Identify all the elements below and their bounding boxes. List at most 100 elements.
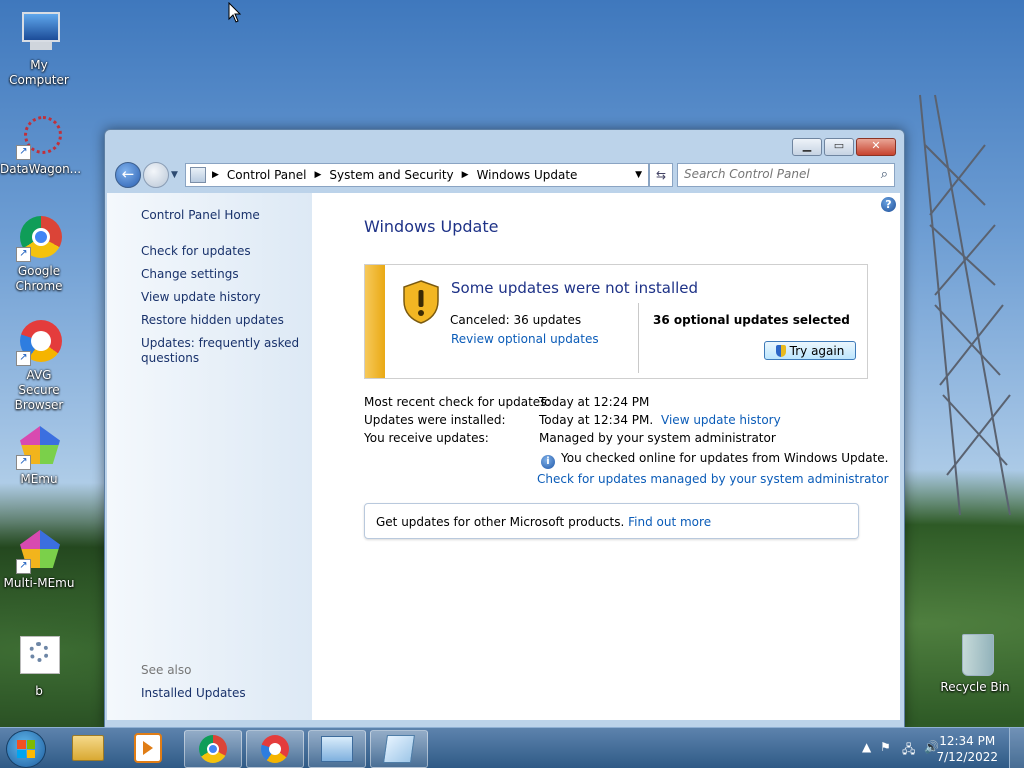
search-icon[interactable]: ⌕ (881, 167, 888, 182)
checked-online-text: You checked online for updates from Wind… (561, 451, 889, 465)
other-products-panel: Get updates for other Microsoft products… (364, 503, 859, 539)
system-tray: ▲ ⚑ 🖧 🔊 12:34 PM 7/12/2022 (834, 728, 1024, 768)
show-desktop-button[interactable] (1009, 728, 1024, 768)
desktop-icon-label: AVG Secure Browser (14, 368, 64, 412)
desktop-icon-label: Recycle Bin (940, 680, 1010, 694)
clock-time: 12:34 PM (939, 734, 996, 748)
taskbar-explorer[interactable] (60, 730, 116, 766)
uac-shield-icon (775, 344, 786, 357)
search-input[interactable] (678, 164, 876, 184)
start-button[interactable] (6, 730, 46, 768)
refresh-button[interactable]: ⇆ (649, 163, 673, 187)
multi-memu-icon: ↗ (16, 528, 62, 574)
memu-icon: ↗ (16, 424, 62, 470)
try-again-button[interactable]: Try again (764, 341, 856, 360)
search-box[interactable]: ⌕ (677, 163, 895, 187)
breadcrumb-system-and-security[interactable]: System and Security (329, 168, 453, 182)
desktop-icon-label: My Computer (9, 58, 69, 87)
canceled-count: Canceled: 36 updates (450, 313, 582, 327)
taskbar-chrome[interactable] (184, 730, 242, 768)
info-icon: i (541, 455, 555, 469)
media-player-icon (134, 733, 162, 763)
find-out-more-link[interactable]: Find out more (628, 515, 711, 529)
address-dropdown-icon[interactable]: ▼ (635, 170, 642, 180)
breadcrumb-windows-update[interactable]: Windows Update (477, 168, 578, 182)
help-icon[interactable]: ? (881, 197, 896, 212)
control-panel-home-link[interactable]: Control Panel Home (141, 208, 260, 222)
taskbar-media-player[interactable] (120, 730, 176, 766)
taskbar: ▲ ⚑ 🖧 🔊 12:34 PM 7/12/2022 (0, 727, 1024, 768)
folder-icon (72, 735, 104, 761)
desktop-icon-label: Google Chrome (15, 264, 63, 293)
windows-logo-icon (17, 740, 35, 758)
maximize-button[interactable]: ▭ (824, 138, 854, 156)
faq-link[interactable]: Updates: frequently asked (141, 336, 299, 350)
address-bar[interactable]: ▶ Control Panel ▶ System and Security ▶ … (185, 163, 649, 187)
chrome-icon (199, 735, 227, 763)
show-hidden-icons[interactable]: ▲ (862, 740, 871, 754)
task-pane: Control Panel Home Check for updates Cha… (107, 193, 312, 720)
change-settings-link[interactable]: Change settings (141, 267, 239, 281)
desktop-icon-my-computer[interactable]: My Computer (0, 10, 78, 88)
view-update-history-inline-link[interactable]: View update history (661, 413, 781, 427)
taskbar-control-panel[interactable] (308, 730, 366, 768)
check-for-updates-link[interactable]: Check for updates (141, 244, 251, 258)
desktop-icon-memu[interactable]: ↗ MEmu (0, 424, 78, 487)
action-center-icon[interactable]: ⚑ (880, 740, 891, 754)
desktop-icon-label: Multi-MEmu (3, 576, 75, 590)
faq-link-line2[interactable]: questions (141, 351, 199, 365)
close-button[interactable]: ✕ (856, 138, 896, 156)
mouse-pointer-icon (228, 2, 242, 23)
other-products-text: Get updates for other Microsoft products… (376, 515, 625, 529)
restore-hidden-updates-link[interactable]: Restore hidden updates (141, 313, 284, 327)
installed-value: Today at 12:34 PM. (539, 413, 654, 427)
page-title: Windows Update (364, 217, 499, 236)
desktop-icon-multi-memu[interactable]: ↗ Multi-MEmu (0, 528, 78, 591)
desktop-icon-recycle-bin[interactable]: Recycle Bin (936, 632, 1014, 695)
review-optional-updates-link[interactable]: Review optional updates (451, 332, 599, 346)
desktop-icon-label: b (35, 684, 43, 698)
desktop-icon-google-chrome[interactable]: ↗ Google Chrome (0, 216, 78, 294)
recent-pages-dropdown[interactable]: ▼ (171, 170, 178, 180)
installed-label: Updates were installed: (364, 413, 506, 427)
update-status-panel: Some updates were not installed Canceled… (364, 264, 868, 379)
desktop-icon-avg-secure-browser[interactable]: ↗ AVG Secure Browser (0, 320, 78, 413)
desktop-icon-label: MEmu (20, 472, 58, 486)
back-button[interactable]: ← (115, 162, 141, 188)
managed-updates-link[interactable]: Check for updates managed by your system… (537, 470, 889, 488)
radio-tower-background (919, 94, 1011, 515)
window-content: Control Panel Home Check for updates Cha… (107, 193, 900, 720)
settings-file-icon (16, 636, 62, 682)
shortcut-arrow-icon: ↗ (16, 455, 31, 470)
taskbar-notepad[interactable] (370, 730, 428, 768)
status-heading: Some updates were not installed (451, 279, 699, 297)
clock[interactable]: 12:34 PM 7/12/2022 (936, 733, 998, 765)
datawagon-icon: ↗ (16, 114, 62, 160)
breadcrumb-control-panel[interactable]: Control Panel (227, 168, 307, 182)
installed-updates-link[interactable]: Installed Updates (141, 686, 246, 700)
view-update-history-link[interactable]: View update history (141, 290, 261, 304)
try-again-label: Try again (789, 343, 845, 358)
desktop-icon-b[interactable]: b (0, 636, 78, 699)
network-icon[interactable]: 🖧 (902, 740, 915, 761)
divider (638, 303, 639, 373)
optional-updates-selected: 36 optional updates selected (653, 313, 850, 327)
warning-color-bar (365, 265, 385, 378)
chrome-icon: ↗ (16, 216, 62, 262)
minimize-button[interactable]: ▁ (792, 138, 822, 156)
desktop-icon-label: DataWagon... (0, 162, 82, 176)
warning-shield-icon (403, 280, 439, 324)
forward-button[interactable] (143, 162, 169, 188)
control-panel-icon (190, 167, 206, 183)
windows-update-window: ▁ ▭ ✕ ← ▼ ▶ Control Panel ▶ System and S… (104, 129, 905, 729)
window-controls: ▁ ▭ ✕ (792, 138, 896, 156)
notepad-icon (383, 735, 415, 763)
recent-check-value: Today at 12:24 PM (539, 395, 650, 409)
computer-icon (16, 10, 62, 56)
avg-browser-icon (261, 735, 289, 763)
shortcut-arrow-icon: ↗ (16, 145, 31, 160)
desktop-icon-datawagon[interactable]: ↗ DataWagon... (0, 114, 82, 177)
taskbar-avg-browser[interactable] (246, 730, 304, 768)
clock-date: 7/12/2022 (936, 750, 998, 764)
shortcut-arrow-icon: ↗ (16, 247, 31, 262)
